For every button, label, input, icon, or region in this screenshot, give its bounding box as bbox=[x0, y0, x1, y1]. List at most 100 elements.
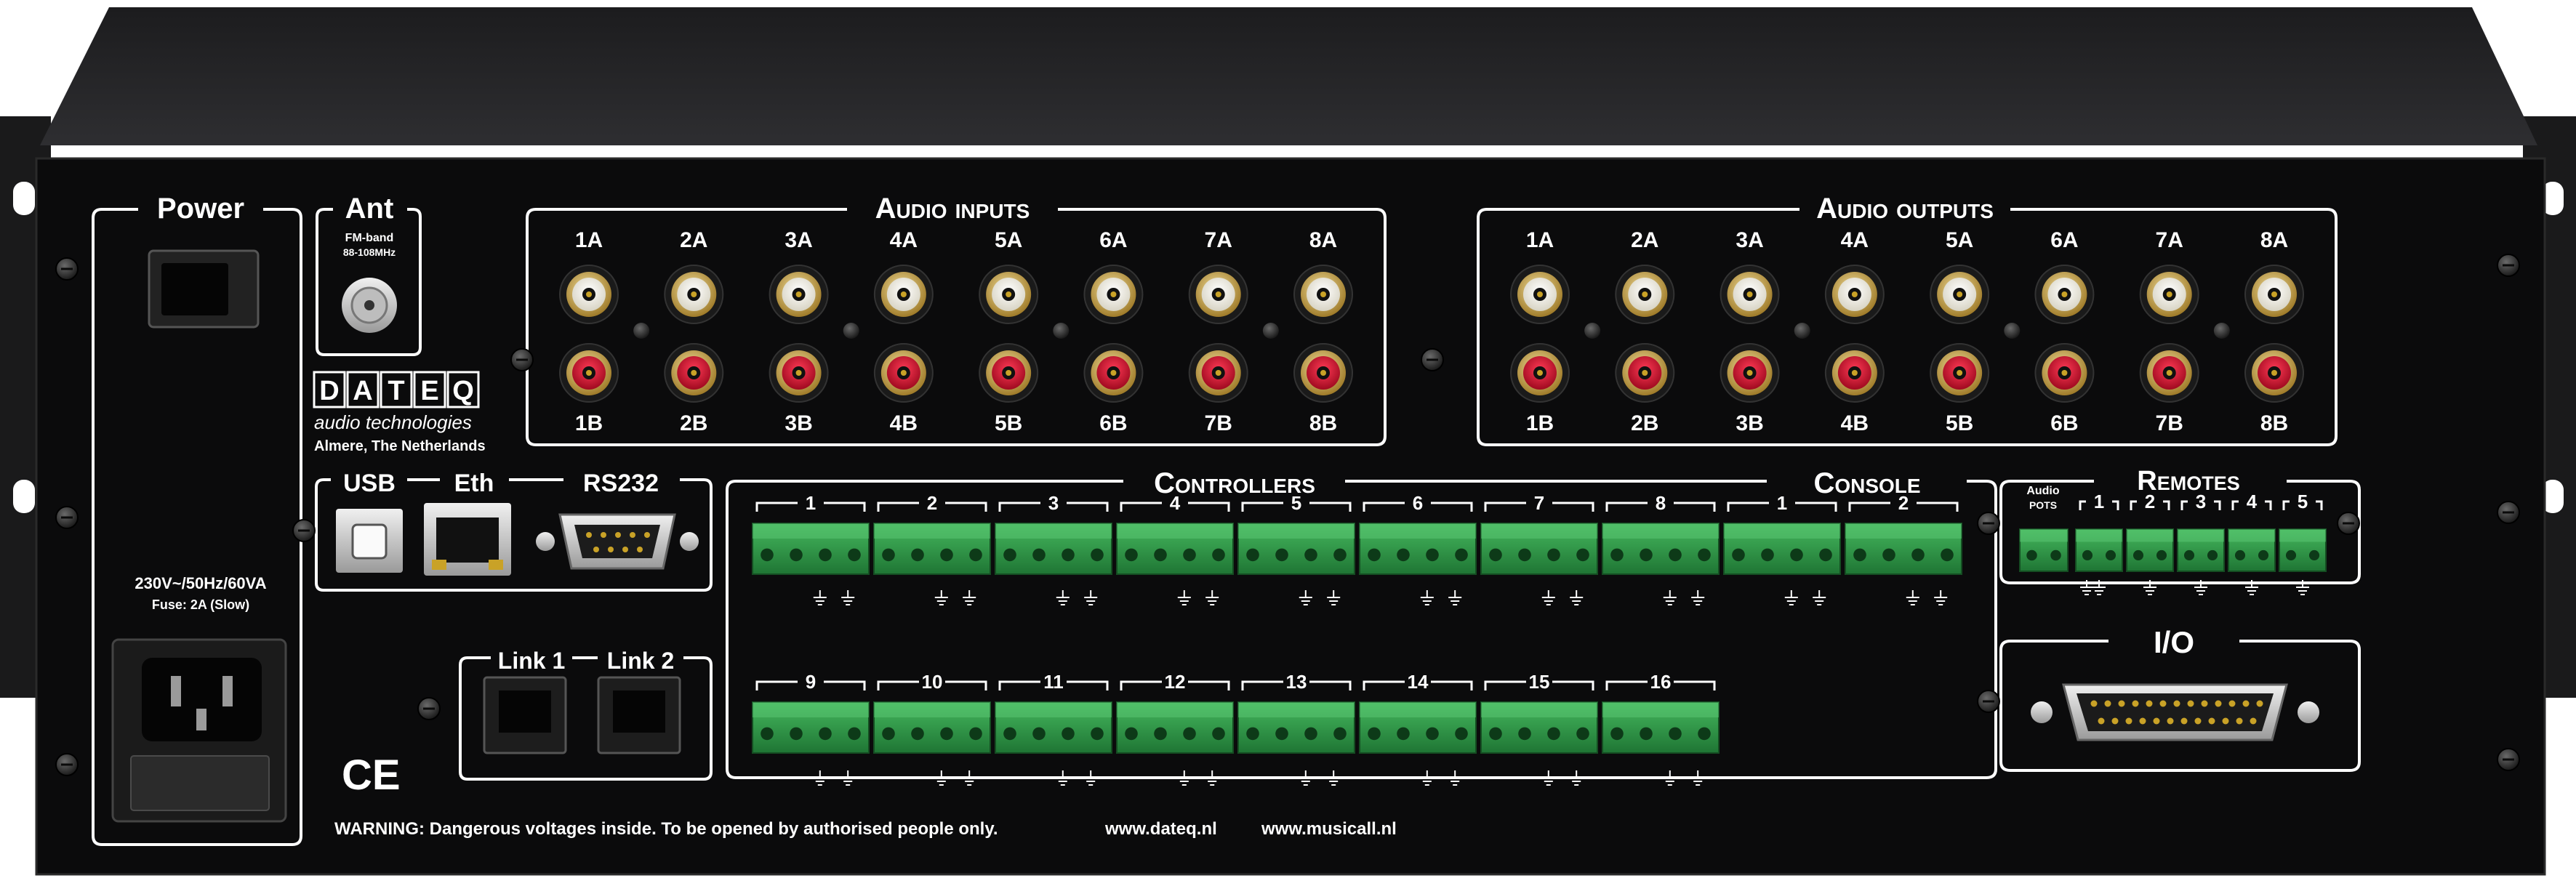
rca-out-6A[interactable] bbox=[2034, 265, 2095, 324]
rca-in-1A[interactable] bbox=[559, 265, 619, 324]
controller-3-terminal[interactable] bbox=[995, 523, 1112, 575]
terminal-label: 8 bbox=[1656, 492, 1666, 514]
rca-in-6A[interactable] bbox=[1083, 265, 1144, 324]
rca-in-8B[interactable] bbox=[1293, 343, 1353, 403]
rca-out-1A[interactable] bbox=[1510, 265, 1570, 324]
rca-out-8A[interactable] bbox=[2244, 265, 2304, 324]
antenna-title: Ant bbox=[345, 193, 394, 225]
terminal-label: 16 bbox=[1650, 671, 1672, 693]
terminal-label: 15 bbox=[1529, 671, 1550, 693]
rca-out-6B[interactable] bbox=[2034, 343, 2095, 403]
remote-2-terminal[interactable] bbox=[2126, 528, 2174, 572]
rca-out-5B[interactable] bbox=[1930, 343, 1990, 403]
rca-out-1B[interactable] bbox=[1510, 343, 1570, 403]
rca-in-2A[interactable] bbox=[664, 265, 724, 324]
rca-in-6B[interactable] bbox=[1083, 343, 1144, 403]
controller-10-terminal[interactable] bbox=[873, 701, 991, 754]
rca-in-3B[interactable] bbox=[769, 343, 829, 403]
rca-out-3A[interactable] bbox=[1720, 265, 1780, 324]
rca-out-3B[interactable] bbox=[1720, 343, 1780, 403]
jack-label-bottom: 4B bbox=[890, 411, 918, 435]
jack-label-bottom: 3B bbox=[785, 411, 812, 435]
terminal-label: 13 bbox=[1286, 671, 1307, 693]
io-title: I/O bbox=[2154, 625, 2194, 659]
rca-out-8B[interactable] bbox=[2244, 343, 2304, 403]
rca-in-5B[interactable] bbox=[979, 343, 1039, 403]
jack-label-bottom: 2B bbox=[680, 411, 707, 435]
console-1-terminal[interactable] bbox=[1723, 523, 1841, 575]
terminal-label: 1 bbox=[806, 492, 816, 514]
terminal-label: 4 bbox=[1170, 492, 1181, 514]
rca-out-4A[interactable] bbox=[1824, 265, 1885, 324]
controller-16-terminal[interactable] bbox=[1602, 701, 1720, 754]
jack-label-top: 4A bbox=[890, 228, 918, 252]
rca-in-8A[interactable] bbox=[1293, 265, 1353, 324]
rca-out-5A[interactable] bbox=[1930, 265, 1990, 324]
controller-14-terminal[interactable] bbox=[1359, 701, 1477, 754]
remotes-audio-label: Audio bbox=[2026, 485, 2060, 497]
panel-screw bbox=[633, 323, 650, 339]
rca-in-7A[interactable] bbox=[1188, 265, 1248, 324]
rca-out-2A[interactable] bbox=[1615, 265, 1675, 324]
jack-label-bottom: 5B bbox=[995, 411, 1022, 435]
remote-3-terminal[interactable] bbox=[2177, 528, 2225, 572]
panel-screw bbox=[1584, 323, 1601, 339]
controller-6-terminal[interactable] bbox=[1359, 523, 1477, 575]
controller-8-terminal[interactable] bbox=[1602, 523, 1720, 575]
rca-out-7B[interactable] bbox=[2139, 343, 2199, 403]
rca-in-7B[interactable] bbox=[1188, 343, 1248, 403]
terminal-label: 5 bbox=[2298, 491, 2308, 512]
controller-13-terminal[interactable] bbox=[1237, 701, 1355, 754]
link1-label: Link 1 bbox=[498, 648, 565, 674]
jack-label-top: 6A bbox=[1099, 228, 1127, 252]
terminal-label: 1 bbox=[2094, 491, 2104, 512]
power-fuse: Fuse: 2A (Slow) bbox=[152, 597, 249, 612]
rca-in-5A[interactable] bbox=[979, 265, 1039, 324]
jack-label-bottom: 1B bbox=[575, 411, 603, 435]
controller-4-terminal[interactable] bbox=[1116, 523, 1234, 575]
jack-label-bottom: 8B bbox=[1309, 411, 1337, 435]
rca-in-2B[interactable] bbox=[664, 343, 724, 403]
panel-screw bbox=[1794, 323, 1810, 339]
jack-label-bottom: 8B bbox=[2260, 411, 2288, 435]
rs232-label: RS232 bbox=[583, 470, 659, 497]
controller-9-terminal[interactable] bbox=[752, 701, 870, 754]
jack-label-bottom: 7B bbox=[1205, 411, 1232, 435]
terminal-label: 9 bbox=[806, 671, 816, 693]
jack-label-bottom: 3B bbox=[1736, 411, 1763, 435]
rca-in-4B[interactable] bbox=[873, 343, 934, 403]
terminal-label: 6 bbox=[1413, 492, 1423, 514]
controller-12-terminal[interactable] bbox=[1116, 701, 1234, 754]
rca-in-4A[interactable] bbox=[873, 265, 934, 324]
rca-in-3A[interactable] bbox=[769, 265, 829, 324]
fuse-holder[interactable] bbox=[130, 755, 270, 811]
terminal-label: 3 bbox=[1048, 492, 1059, 514]
link2-label: Link 2 bbox=[607, 648, 674, 674]
brand-letter: E bbox=[420, 376, 438, 406]
rca-in-1B[interactable] bbox=[559, 343, 619, 403]
remote-1-terminal[interactable] bbox=[2075, 528, 2123, 572]
panel-screw bbox=[2213, 323, 2230, 339]
jack-label-top: 3A bbox=[1736, 228, 1763, 252]
brand-letter: D bbox=[319, 376, 339, 406]
console-2-terminal[interactable] bbox=[1845, 523, 1962, 575]
url-dateq: www.dateq.nl bbox=[1104, 819, 1217, 839]
brand-letter: Q bbox=[452, 376, 474, 406]
remote-5-terminal[interactable] bbox=[2279, 528, 2327, 572]
jack-label-bottom: 5B bbox=[1946, 411, 1973, 435]
remote-4-terminal[interactable] bbox=[2228, 528, 2276, 572]
jack-label-bottom: 2B bbox=[1631, 411, 1658, 435]
ce-mark: CE bbox=[342, 752, 401, 799]
controller-2-terminal[interactable] bbox=[873, 523, 991, 575]
controller-7-terminal[interactable] bbox=[1480, 523, 1598, 575]
rca-out-2B[interactable] bbox=[1615, 343, 1675, 403]
controller-11-terminal[interactable] bbox=[995, 701, 1112, 754]
controller-5-terminal[interactable] bbox=[1237, 523, 1355, 575]
controller-1-terminal[interactable] bbox=[752, 523, 870, 575]
controller-15-terminal[interactable] bbox=[1480, 701, 1598, 754]
jack-label-top: 7A bbox=[2156, 228, 2183, 252]
rca-out-4B[interactable] bbox=[1824, 343, 1885, 403]
rca-out-7A[interactable] bbox=[2139, 265, 2199, 324]
top-cover bbox=[40, 7, 2537, 145]
remote-audio-pots-terminal[interactable] bbox=[2019, 528, 2069, 572]
